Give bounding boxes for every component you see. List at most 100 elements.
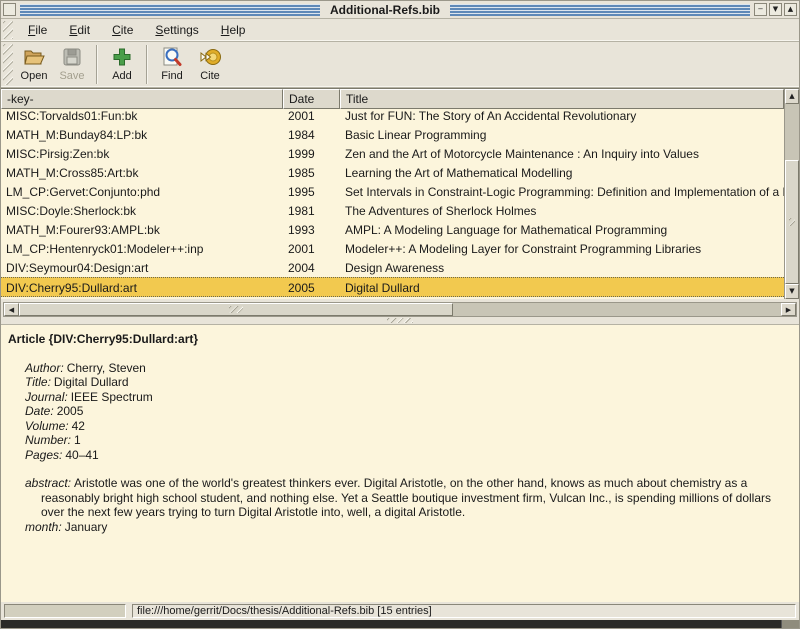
menu-item-edit[interactable]: Edit	[60, 20, 99, 40]
save-button[interactable]: Save	[53, 42, 91, 87]
month-label: month:	[25, 520, 62, 534]
progress-area	[4, 604, 126, 618]
table-row[interactable]: MATH_M:Fourer93:AMPL:bk 1993 AMPL: A Mod…	[1, 220, 784, 239]
row-key: MISC:Doyle:Sherlock:bk	[1, 203, 283, 218]
toolbar-button-label: Add	[112, 70, 132, 82]
minimize-button[interactable]: −	[754, 3, 767, 16]
row-title: Basic Linear Programming	[340, 127, 784, 142]
scroll-up-icon[interactable]: ▲	[785, 89, 799, 104]
table-row[interactable]: DIV:Seymour04:Design:art 2004 Design Awa…	[1, 258, 784, 277]
row-title: Set Intervals in Constraint-Logic Progra…	[340, 184, 784, 199]
table-header: -key- Date Title	[1, 89, 784, 109]
menu-item-file[interactable]: File	[19, 20, 56, 40]
find-button[interactable]: Find	[153, 42, 191, 87]
field-label: Pages:	[25, 448, 62, 462]
table-row[interactable]: MISC:Pirsig:Zen:bk 1999 Zen and the Art …	[1, 144, 784, 163]
row-date: 1993	[283, 222, 340, 237]
splitter-grip	[387, 318, 413, 323]
field-label: Journal:	[25, 390, 68, 404]
application-window: Additional-Refs.bib − ▼ ▲ File Edit Cite…	[0, 0, 800, 629]
row-key: MISC:Torvalds01:Fun:bk	[1, 109, 283, 123]
month-value: January	[62, 520, 108, 534]
row-title: Digital Dullard	[340, 280, 784, 295]
column-header-title[interactable]: Title	[340, 89, 784, 109]
detail-field: Journal:IEEE Spectrum	[25, 390, 791, 405]
open-folder-icon	[22, 45, 46, 69]
add-plus-icon	[110, 45, 134, 69]
abstract-text: Aristotle was one of the world's greates…	[41, 476, 771, 519]
field-value: 2005	[54, 404, 84, 418]
row-date: 2001	[283, 241, 340, 256]
field-label: Date:	[25, 404, 54, 418]
thumb-grip	[229, 306, 243, 313]
table-row[interactable]: DIV:Cherry95:Dullard:art 2005 Digital Du…	[1, 277, 784, 297]
row-key: MATH_M:Bunday84:LP:bk	[1, 127, 283, 142]
maximize-button[interactable]: ▼	[769, 3, 782, 16]
table-row[interactable]: LM_CP:Hentenryck01:Modeler++:inp 2001 Mo…	[1, 239, 784, 258]
table-row[interactable]: MATH_M:Bunday84:LP:bk 1984 Basic Linear …	[1, 125, 784, 144]
open-button[interactable]: Open	[15, 42, 53, 87]
table-row[interactable]: MISC:Torvalds01:Fun:bk 2001 Just for FUN…	[1, 109, 784, 125]
field-value: 1	[71, 433, 81, 447]
row-title: Just for FUN: The Story of An Accidental…	[340, 109, 784, 123]
month-field: month:January	[25, 520, 791, 535]
row-key: MATH_M:Fourer93:AMPL:bk	[1, 222, 283, 237]
field-label: Author:	[25, 361, 64, 375]
row-key: LM_CP:Hentenryck01:Modeler++:inp	[1, 241, 283, 256]
find-magnifier-icon	[160, 45, 184, 69]
row-title: The Adventures of Sherlock Holmes	[340, 203, 784, 218]
row-title: Zen and the Art of Motorcycle Maintenanc…	[340, 146, 784, 161]
row-key: MISC:Pirsig:Zen:bk	[1, 146, 283, 161]
title-bar[interactable]: Additional-Refs.bib − ▼ ▲	[1, 1, 799, 19]
horizontal-scrollbar-track[interactable]	[19, 303, 781, 316]
table-row[interactable]: MISC:Doyle:Sherlock:bk 1981 The Adventur…	[1, 201, 784, 220]
thumb-grip	[789, 218, 795, 226]
status-text: file:///home/gerrit/Docs/thesis/Addition…	[132, 604, 796, 618]
row-date: 2004	[283, 260, 340, 275]
row-key: LM_CP:Gervet:Conjunto:phd	[1, 184, 283, 199]
menu-item-help[interactable]: Help	[212, 20, 255, 40]
pane-splitter[interactable]	[1, 317, 799, 324]
toolbar-separator	[96, 45, 98, 84]
menu-bar: File Edit Cite Settings Help	[1, 19, 799, 42]
table-row[interactable]: LM_CP:Gervet:Conjunto:phd 1995 Set Inter…	[1, 182, 784, 201]
row-date: 1999	[283, 146, 340, 161]
field-value: 40–41	[62, 448, 98, 462]
scroll-right-icon[interactable]: ▶	[781, 303, 796, 316]
toolbar-button-label: Cite	[200, 70, 220, 82]
vertical-scrollbar[interactable]: ▲ ▼	[784, 89, 799, 299]
cite-button[interactable]: Cite	[191, 42, 229, 87]
row-title: Design Awareness	[340, 260, 784, 275]
field-label: Volume:	[25, 419, 69, 433]
field-value: IEEE Spectrum	[68, 390, 153, 404]
column-header-key[interactable]: -key-	[1, 89, 283, 109]
scroll-down-icon[interactable]: ▼	[785, 284, 799, 299]
column-header-date[interactable]: Date	[283, 89, 340, 109]
toolbar-separator	[146, 45, 148, 84]
toolbar-button-label: Open	[21, 70, 48, 82]
shade-button[interactable]: ▲	[784, 3, 797, 16]
detail-fields: Author:Cherry, Steven Title:Digital Dull…	[25, 361, 791, 463]
horizontal-scrollbar-thumb[interactable]	[19, 303, 453, 316]
detail-field: Title:Digital Dullard	[25, 375, 791, 390]
horizontal-scrollbar[interactable]: ◀ ▶	[3, 302, 797, 317]
window-menu-button[interactable]	[3, 3, 16, 16]
entry-heading: Article {DIV:Cherry95:Dullard:art}	[8, 332, 791, 347]
menu-item-cite[interactable]: Cite	[103, 20, 142, 40]
resize-grip[interactable]	[781, 620, 799, 628]
table-row[interactable]: MATH_M:Cross85:Art:bk 1985 Learning the …	[1, 163, 784, 182]
toolbar-drag-handle[interactable]	[3, 44, 13, 85]
vertical-scrollbar-track[interactable]	[785, 104, 799, 284]
row-date: 1985	[283, 165, 340, 180]
toolbar-button-label: Find	[161, 70, 182, 82]
menu-item-settings[interactable]: Settings	[146, 20, 207, 40]
field-label: Title:	[25, 375, 51, 389]
row-key: DIV:Cherry95:Dullard:art	[1, 280, 283, 295]
vertical-scrollbar-thumb[interactable]	[785, 160, 799, 284]
menubar-drag-handle[interactable]	[3, 21, 13, 39]
scroll-left-icon[interactable]: ◀	[4, 303, 19, 316]
save-floppy-icon	[60, 45, 84, 69]
titlebar-stripes: Additional-Refs.bib	[20, 4, 750, 16]
field-label: Number:	[25, 433, 71, 447]
add-button[interactable]: Add	[103, 42, 141, 87]
